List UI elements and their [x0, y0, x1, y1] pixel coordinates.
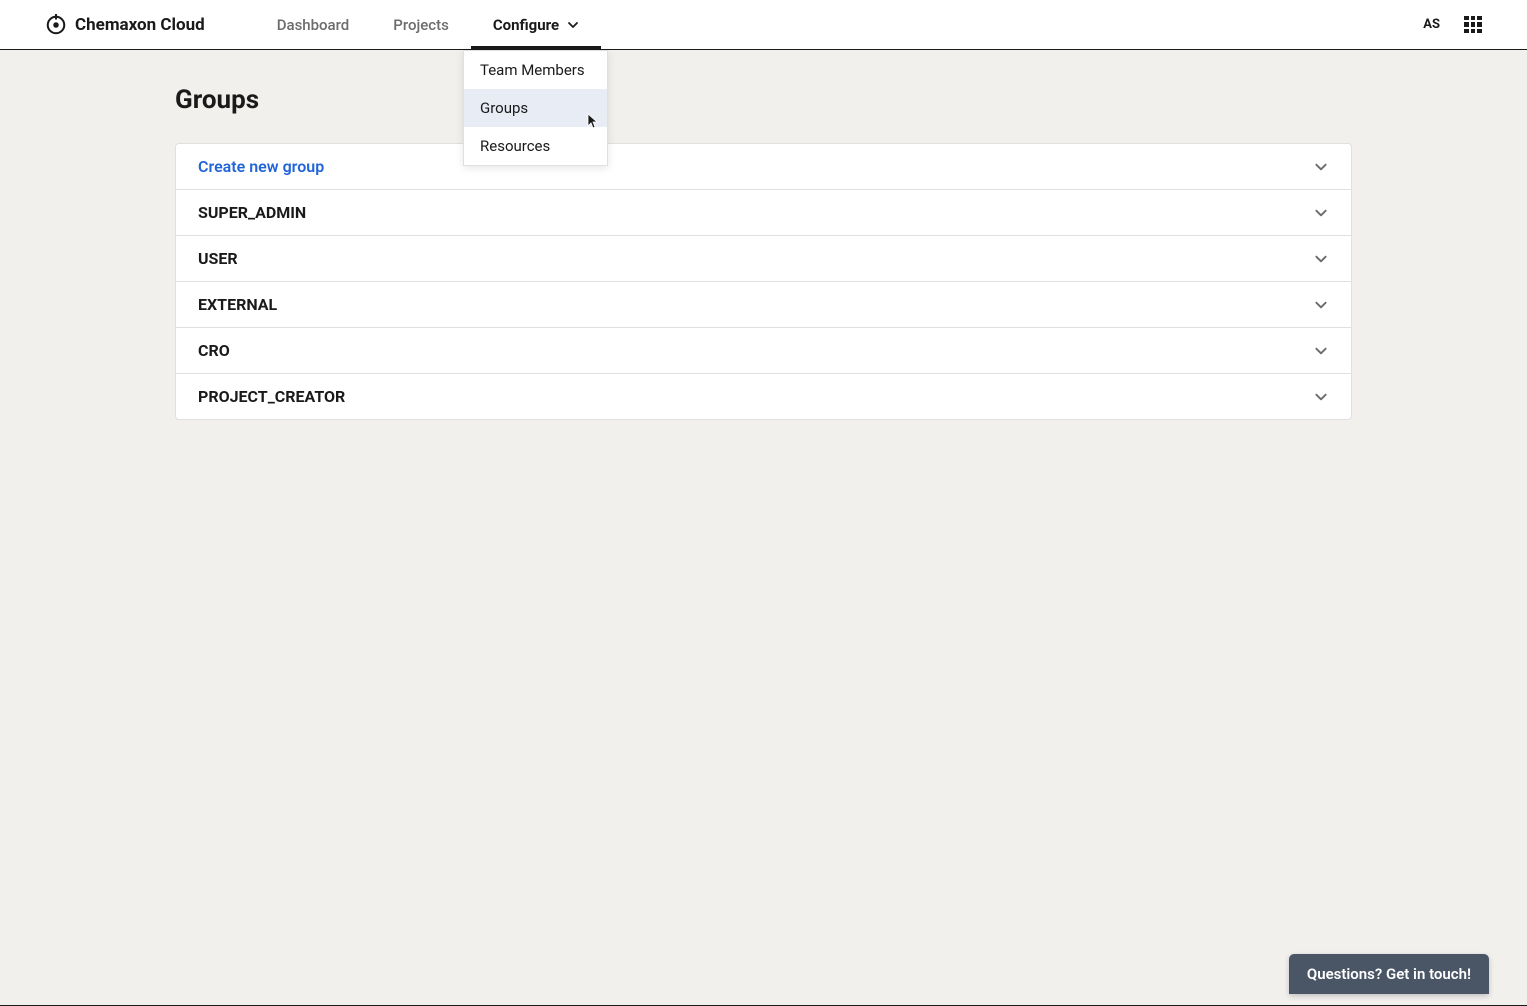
group-name: PROJECT_CREATOR	[198, 387, 345, 406]
user-avatar-initials[interactable]: AS	[1423, 17, 1440, 32]
brand-text: Chemaxon Cloud	[75, 15, 205, 35]
groups-panel: Create new group SUPER_ADMIN USER EXTERN…	[175, 143, 1352, 420]
nav-tab-label: Projects	[393, 16, 449, 34]
page-title: Groups	[175, 85, 1352, 115]
nav-tab-projects[interactable]: Projects	[371, 0, 471, 49]
dropdown-item-groups[interactable]: Groups	[464, 89, 607, 127]
nav-tab-configure[interactable]: Configure	[471, 0, 601, 49]
dropdown-item-label: Team Members	[480, 61, 585, 79]
chevron-down-icon	[1313, 343, 1329, 359]
support-button-label: Questions? Get in touch!	[1307, 965, 1471, 983]
dropdown-item-label: Resources	[480, 137, 550, 155]
nav-tab-label: Dashboard	[277, 16, 350, 34]
chevron-down-icon	[1313, 297, 1329, 313]
group-row[interactable]: USER	[176, 236, 1351, 282]
group-row[interactable]: PROJECT_CREATOR	[176, 374, 1351, 419]
chevron-down-icon	[1313, 251, 1329, 267]
group-name: CRO	[198, 341, 230, 360]
dropdown-item-resources[interactable]: Resources	[464, 127, 607, 165]
main-content: Groups Create new group SUPER_ADMIN USER…	[0, 50, 1527, 455]
app-header: Chemaxon Cloud Dashboard Projects Config…	[0, 0, 1527, 50]
group-name: SUPER_ADMIN	[198, 203, 306, 222]
configure-dropdown: Team Members Groups Resources	[463, 50, 608, 166]
dropdown-item-team-members[interactable]: Team Members	[464, 51, 607, 89]
dropdown-item-label: Groups	[480, 99, 528, 117]
group-name: EXTERNAL	[198, 295, 277, 314]
group-name: USER	[198, 249, 238, 268]
group-row[interactable]: EXTERNAL	[176, 282, 1351, 328]
create-new-group-label: Create new group	[198, 157, 324, 176]
header-right: AS	[1423, 16, 1482, 34]
chevron-down-icon	[1313, 159, 1329, 175]
nav-tab-dashboard[interactable]: Dashboard	[255, 0, 372, 49]
chevron-down-icon	[1313, 389, 1329, 405]
brand-area[interactable]: Chemaxon Cloud	[45, 14, 205, 36]
create-new-group-row[interactable]: Create new group	[176, 144, 1351, 190]
apps-grid-icon[interactable]	[1464, 16, 1482, 34]
group-row[interactable]: CRO	[176, 328, 1351, 374]
chevron-down-icon	[1313, 205, 1329, 221]
group-row[interactable]: SUPER_ADMIN	[176, 190, 1351, 236]
support-button[interactable]: Questions? Get in touch!	[1289, 954, 1489, 994]
nav-tabs: Dashboard Projects Configure	[255, 0, 601, 49]
chevron-down-icon	[567, 19, 579, 31]
nav-tab-label: Configure	[493, 16, 559, 34]
brand-logo-icon	[45, 14, 67, 36]
